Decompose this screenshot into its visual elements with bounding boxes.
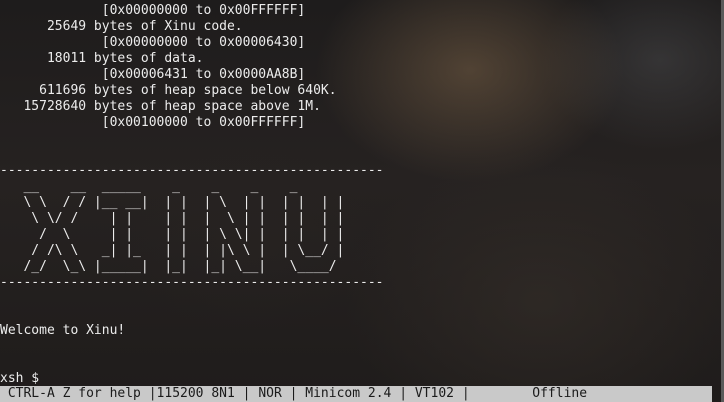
terminal-line: 25649 bytes of Xinu code. (0, 19, 243, 34)
app-name: Minicom 2.4 (305, 386, 392, 401)
separator-line: ----------------------------------------… (0, 275, 384, 290)
ascii-logo-line: /_/ \_\ |_____| |_| |_| \__| \____/ (0, 259, 337, 274)
welcome-message: Welcome to Xinu! (0, 323, 126, 338)
ascii-logo-line: / \ | | | | | \ \| | | | | | (0, 227, 345, 242)
shell-prompt[interactable]: xsh $ (0, 371, 384, 386)
terminal-line: 18011 bytes of data. (0, 51, 204, 66)
help-hint: CTRL-A Z for help (7, 386, 141, 401)
ascii-logo-line: / /\ \ _| |_ | | | |\ \ | | \__/ | (0, 243, 345, 258)
minicom-status-bar: CTRL-A Z for help |115200 8N1 | NOR | Mi… (0, 386, 712, 402)
separator-line: ----------------------------------------… (0, 163, 384, 178)
terminal-output: [0x00000000 to 0x00FFFFFF] 25649 bytes o… (0, 3, 384, 386)
mode-indicator: NOR (258, 386, 282, 401)
ascii-logo-line: __ __ _____ _ _ _ _ (0, 179, 298, 194)
terminal-line: [0x00000000 to 0x00006430] (0, 35, 306, 50)
terminal-line: [0x00100000 to 0x00FFFFFF] (0, 115, 306, 130)
ascii-logo-line: \ \ / / |__ __| | | | \ | | | | | | (0, 195, 345, 210)
terminal-line: [0x00000000 to 0x00FFFFFF] (0, 3, 306, 18)
connection-status: Offline (532, 386, 588, 401)
terminal-type: VT102 (414, 386, 454, 401)
ascii-logo-line: \ \/ / | | | | | \ | | | | | | (0, 211, 345, 226)
terminal-screen[interactable]: [0x00000000 to 0x00FFFFFF] 25649 bytes o… (0, 0, 721, 386)
serial-settings: 115200 8N1 (156, 386, 235, 401)
terminal-line: 15728640 bytes of heap space above 1M. (0, 99, 321, 114)
terminal-line: 611696 bytes of heap space below 640K. (0, 83, 337, 98)
terminal-window: [0x00000000 to 0x00FFFFFF] 25649 bytes o… (0, 0, 724, 402)
terminal-line: [0x00006431 to 0x0000AA8B] (0, 67, 306, 82)
